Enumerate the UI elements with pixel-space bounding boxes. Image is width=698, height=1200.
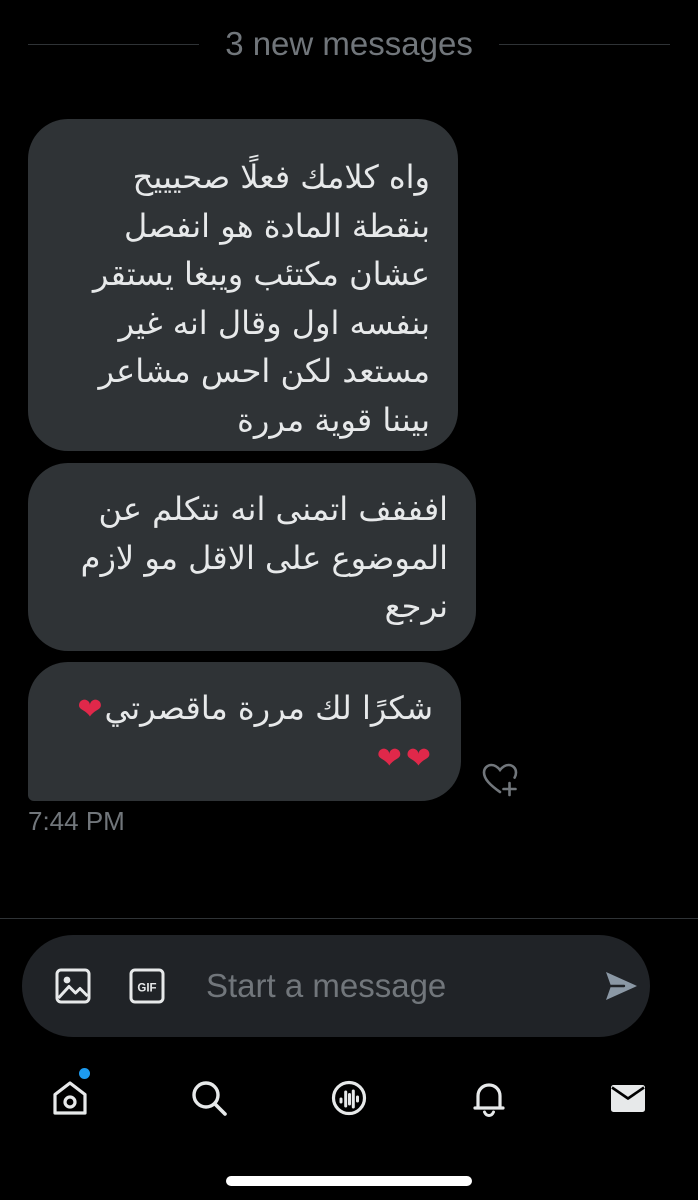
image-icon bbox=[55, 968, 91, 1004]
new-messages-divider: 3 new messages bbox=[28, 22, 671, 66]
message-text: شكرًا لك مررة ماقصرتي bbox=[104, 689, 433, 727]
message-composer: GIF bbox=[22, 935, 650, 1037]
message-text-line: بنفسه اول وقال انه غير bbox=[118, 303, 430, 342]
message-bubble[interactable]: واه كلامك فعلًا صحيييح بنقطة المادة هو ا… bbox=[28, 119, 458, 451]
send-icon bbox=[606, 972, 637, 1000]
message-text-line: افففف اتمنى انه نتكلم عن bbox=[98, 490, 448, 528]
mending-heart-emoji: ❤ bbox=[77, 692, 103, 727]
divider-line-right bbox=[498, 43, 671, 45]
message-text-line: مستعد لكن احس مشاعر bbox=[98, 352, 430, 390]
message-bubble[interactable]: افففف اتمنى انه نتكلم عن الموضوع على الا… bbox=[28, 463, 476, 651]
tab-search[interactable] bbox=[187, 1076, 231, 1120]
home-icon bbox=[53, 1081, 87, 1115]
bottom-tab-bar bbox=[0, 1060, 698, 1140]
message-text-line: واه كلامك فعلًا صحيييح bbox=[132, 158, 430, 196]
send-button[interactable] bbox=[602, 967, 640, 1005]
message-timestamp: 7:44 PM bbox=[28, 806, 125, 836]
message-input[interactable] bbox=[206, 961, 576, 1011]
heart-plus-icon bbox=[482, 763, 518, 797]
add-reaction-button[interactable] bbox=[480, 760, 520, 800]
tab-spaces[interactable] bbox=[327, 1076, 371, 1120]
mending-heart-emoji: ❤ bbox=[405, 740, 431, 776]
new-messages-label: 3 new messages bbox=[225, 25, 473, 62]
envelope-icon bbox=[611, 1085, 645, 1112]
search-icon bbox=[192, 1081, 227, 1116]
home-indicator bbox=[226, 1176, 472, 1186]
gif-label: GIF bbox=[137, 983, 156, 995]
message-text-line: بيننا قوية مررة bbox=[237, 400, 430, 439]
gif-icon: GIF bbox=[129, 968, 165, 1004]
message-text-line: بنقطة المادة هو انفصل bbox=[124, 206, 430, 245]
bell-icon bbox=[473, 1083, 505, 1118]
add-gif-button[interactable]: GIF bbox=[128, 967, 166, 1005]
message-text-line: عشان مكتئب ويبغا يستقر bbox=[92, 255, 430, 293]
tab-home[interactable] bbox=[48, 1076, 92, 1120]
tab-messages[interactable] bbox=[606, 1076, 650, 1120]
message-text-line: الموضوع على الاقل مو لازم bbox=[80, 538, 448, 577]
divider-line-left bbox=[28, 43, 200, 45]
tab-notifications[interactable] bbox=[467, 1076, 511, 1120]
message-text-line: شكرًا لك مررة ماقصرتي❤ bbox=[52, 684, 433, 733]
add-media-button[interactable] bbox=[54, 967, 92, 1005]
composer-separator bbox=[0, 918, 698, 919]
mending-heart-emoji: ❤ bbox=[376, 740, 402, 776]
message-emoji-line: ❤❤ bbox=[52, 733, 433, 782]
message-bubble[interactable]: شكرًا لك مررة ماقصرتي❤ ❤❤ bbox=[28, 662, 461, 801]
message-text-line: نرجع bbox=[384, 587, 448, 625]
spaces-icon bbox=[331, 1080, 367, 1116]
